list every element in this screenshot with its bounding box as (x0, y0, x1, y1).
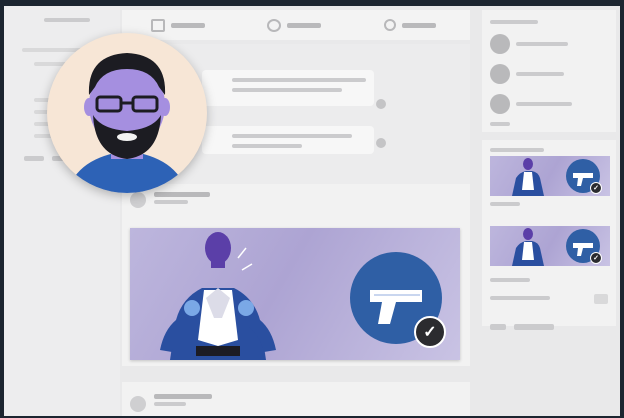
tab-messages[interactable] (238, 10, 350, 40)
tab-search[interactable] (354, 10, 466, 40)
sidebar-heading (44, 18, 90, 22)
person-avatar[interactable] (490, 94, 510, 114)
person-name[interactable] (516, 72, 564, 76)
person-avatar[interactable] (490, 64, 510, 84)
tab-label (171, 22, 205, 28)
see-all-link[interactable] (490, 122, 510, 126)
person-avatar[interactable] (490, 34, 510, 54)
search-icon (384, 19, 396, 31)
app-window: ✓ ✓ ✓ (4, 6, 620, 416)
thumbs-up-icon (151, 18, 165, 32)
suggested-banner[interactable]: ✓ (490, 226, 610, 266)
post-banner-image[interactable]: ✓ (130, 228, 460, 360)
panel-heading (490, 148, 544, 152)
reaction-icon[interactable] (376, 99, 386, 109)
check-icon: ✓ (414, 316, 446, 348)
post-author-name (154, 394, 212, 399)
avatar (47, 33, 207, 193)
bearded-man-avatar (67, 53, 187, 193)
suggested-panel: ✓ ✓ (482, 140, 616, 326)
suggested-banner[interactable]: ✓ (490, 156, 610, 196)
message-bubble (202, 70, 374, 106)
post-timestamp (154, 402, 186, 406)
sidebar-button[interactable] (24, 156, 44, 161)
panel-heading (490, 20, 538, 24)
check-icon: ✓ (590, 252, 602, 264)
suggested-caption (490, 202, 520, 206)
tab-label (287, 22, 321, 28)
message-bubble (202, 126, 374, 154)
person-name[interactable] (516, 42, 568, 46)
tab-label (402, 22, 436, 28)
post-author-icon (130, 396, 146, 412)
post-author-name (154, 192, 210, 197)
chat-icon (267, 18, 281, 32)
person-name[interactable] (516, 102, 572, 106)
reaction-icon[interactable] (376, 138, 386, 148)
check-icon: ✓ (590, 182, 602, 194)
suggested-caption (490, 296, 550, 300)
feed-post-2 (122, 382, 470, 416)
post-timestamp (154, 200, 188, 204)
send-button[interactable] (594, 294, 608, 304)
footer-item[interactable] (514, 324, 554, 330)
post-author-icon (130, 192, 146, 208)
suggested-caption (490, 278, 530, 282)
top-navigation (122, 10, 470, 40)
footer-item[interactable] (490, 324, 506, 330)
people-panel (482, 10, 616, 132)
